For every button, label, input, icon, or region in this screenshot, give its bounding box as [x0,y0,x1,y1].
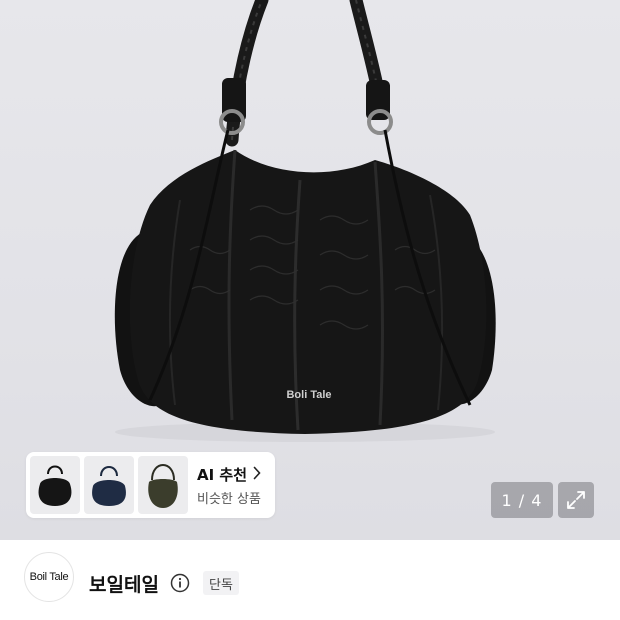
bag-imprint-text: Boli Tale [286,389,331,401]
ai-recommendation-title: AI 추천 [197,466,248,484]
expand-button[interactable] [558,482,594,518]
ai-recommendation-card[interactable]: AI 추천 비슷한 상품 [26,452,275,518]
image-pager: 1 / 4 [491,482,553,518]
thumbnail-olive-bag[interactable] [138,456,188,514]
exclusive-badge: 단독 [203,571,239,595]
thumbnail-navy-bag[interactable] [84,456,134,514]
info-icon[interactable] [170,573,190,593]
brand-name[interactable]: 보일테일 [89,570,159,597]
brand-logo-text: Boil Tale [29,571,69,583]
chevron-right-icon [253,466,261,480]
thumbnail-black-bag[interactable] [30,456,80,514]
expand-icon [567,491,585,509]
brand-logo[interactable]: Boil Tale [24,552,74,602]
ai-recommendation-subtitle: 비슷한 상품 [197,492,261,507]
